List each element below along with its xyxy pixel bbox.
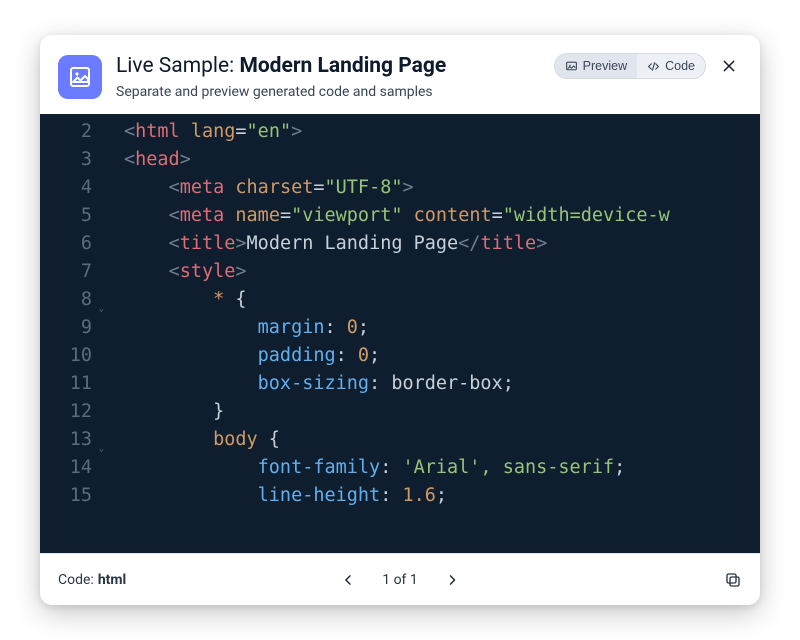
tab-code[interactable]: Code	[637, 54, 705, 78]
pager: 1 of 1	[338, 570, 462, 590]
code-line: <meta charset="UTF-8">	[124, 174, 760, 202]
copy-button[interactable]	[724, 571, 742, 589]
chevron-right-icon	[445, 573, 459, 587]
panel-subtitle: Separate and preview generated code and …	[116, 84, 540, 100]
line-number: 7	[40, 258, 92, 286]
code-line: <meta name="viewport" content="width=dev…	[124, 202, 760, 230]
code-line: line-height: 1.6;	[124, 482, 760, 510]
line-number: 10	[40, 342, 92, 370]
line-number: 4	[40, 174, 92, 202]
code-editor[interactable]: 2345678⌄910111213⌄1415 <html lang="en"><…	[40, 114, 760, 553]
line-gutter: 2345678⌄910111213⌄1415	[40, 114, 102, 553]
code-line: margin: 0;	[124, 314, 760, 342]
code-content: <html lang="en"><head> <meta charset="UT…	[102, 114, 760, 553]
panel-title: Live Sample: Modern Landing Page	[116, 53, 540, 79]
app-icon	[58, 55, 102, 99]
tab-code-label: Code	[665, 59, 695, 73]
line-number: 8⌄	[40, 286, 92, 314]
line-number: 2	[40, 118, 92, 146]
code-line: * {	[124, 286, 760, 314]
line-number: 12	[40, 398, 92, 426]
fold-chevron-icon[interactable]: ⌄	[99, 295, 104, 323]
close-button[interactable]	[716, 53, 742, 79]
line-number: 13⌄	[40, 426, 92, 454]
code-line: box-sizing: border-box;	[124, 370, 760, 398]
footer-lang: html	[98, 572, 126, 588]
code-line: <head>	[124, 146, 760, 174]
line-number: 3	[40, 146, 92, 174]
line-number: 9	[40, 314, 92, 342]
code-icon	[647, 60, 660, 73]
page-indicator: 1 of 1	[382, 572, 418, 588]
code-line: body {	[124, 426, 760, 454]
code-line: }	[124, 398, 760, 426]
preview-icon	[565, 60, 578, 73]
title-strong: Modern Landing Page	[239, 54, 446, 78]
tab-preview[interactable]: Preview	[555, 54, 637, 78]
code-line: font-family: 'Arial', sans-serif;	[124, 454, 760, 482]
fold-chevron-icon[interactable]: ⌄	[99, 435, 104, 463]
line-number: 15	[40, 482, 92, 510]
title-prefix: Live Sample:	[116, 54, 239, 78]
next-button[interactable]	[442, 570, 462, 590]
code-line: padding: 0;	[124, 342, 760, 370]
code-line: <html lang="en">	[124, 118, 760, 146]
prev-button[interactable]	[338, 570, 358, 590]
code-line: <style>	[124, 258, 760, 286]
titles: Live Sample: Modern Landing Page Separat…	[116, 53, 540, 100]
tab-preview-label: Preview	[583, 59, 627, 73]
code-line: <title>Modern Landing Page</title>	[124, 230, 760, 258]
line-number: 5	[40, 202, 92, 230]
close-icon	[721, 58, 737, 74]
panel-footer: Code: html 1 of 1	[40, 553, 760, 605]
image-frame-icon	[68, 65, 92, 89]
line-number: 11	[40, 370, 92, 398]
chevron-left-icon	[341, 573, 355, 587]
header-actions: Preview Code	[554, 53, 742, 79]
view-toggle: Preview Code	[554, 53, 706, 79]
panel-header: Live Sample: Modern Landing Page Separat…	[40, 35, 760, 114]
live-sample-panel: Live Sample: Modern Landing Page Separat…	[40, 35, 760, 605]
footer-code-label: Code:	[58, 572, 94, 588]
line-number: 6	[40, 230, 92, 258]
copy-icon	[724, 571, 742, 589]
line-number: 14	[40, 454, 92, 482]
